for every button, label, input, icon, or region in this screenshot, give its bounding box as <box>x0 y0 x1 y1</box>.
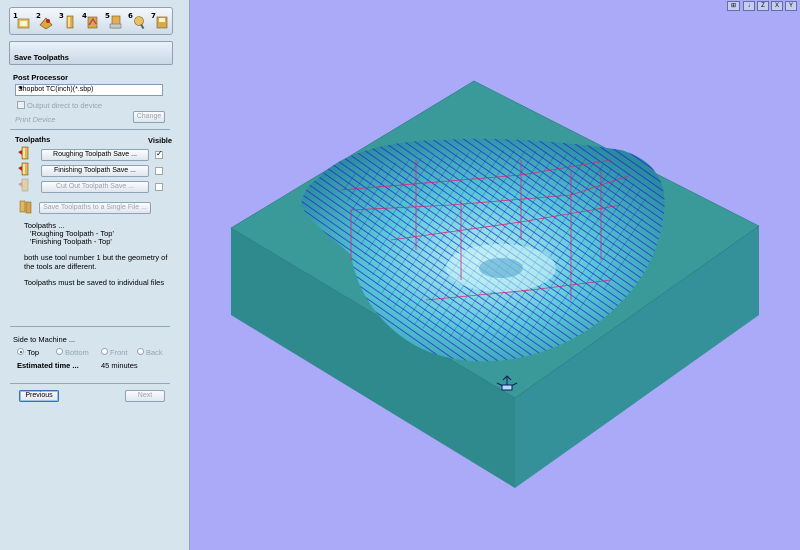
side-heading: Side to Machine ... <box>13 335 76 344</box>
note-line: both use tool number 1 but the geometry … <box>24 253 168 262</box>
estimated-time-value: 45 minutes <box>101 361 138 370</box>
divider <box>10 129 170 130</box>
3d-viewport[interactable]: ⊞ ↓ Z X Y <box>191 0 800 550</box>
dropdown-arrow-icon[interactable]: ▼ <box>18 86 160 92</box>
step-1-button[interactable]: 1 <box>13 12 31 30</box>
note-line: Toolpaths must be saved to individual fi… <box>24 278 165 287</box>
divider <box>10 383 170 384</box>
model-render <box>230 80 760 488</box>
side-bottom-label: Bottom <box>65 348 89 357</box>
print-device-label: Print Device <box>15 115 56 124</box>
finishing-toolpath-icon <box>18 162 29 176</box>
side-top-label: Top <box>27 348 40 357</box>
estimated-time-label: Estimated time ... <box>17 361 79 370</box>
divider <box>10 326 170 327</box>
step-number: 6 <box>128 12 133 20</box>
roughing-toolpath-save-button[interactable]: Roughing Toolpath Save ... <box>41 149 149 161</box>
step-toolbar: 1 2 3 4 5 6 7 <box>9 7 173 35</box>
cutout-toolpath-save-button[interactable]: Cut Out Toolpath Save ... <box>41 181 149 193</box>
left-panel: 1 2 3 4 5 6 7 Save Toolpaths Post Proces… <box>0 0 190 550</box>
pocket-center <box>479 258 523 278</box>
side-back-label: Back <box>146 348 163 357</box>
side-back-radio[interactable] <box>137 348 144 355</box>
next-button[interactable]: Next <box>125 390 165 402</box>
step-number: 2 <box>36 12 41 20</box>
side-bottom-radio[interactable] <box>56 348 63 355</box>
finishing-visible-checkbox[interactable] <box>155 167 163 175</box>
cutout-toolpath-icon <box>18 178 29 192</box>
step-number: 1 <box>13 12 18 20</box>
step-number: 4 <box>82 12 87 20</box>
step-number: 7 <box>151 12 156 20</box>
note-line: 'Finishing Toolpath - Top' <box>30 237 112 246</box>
step-3-button[interactable]: 3 <box>59 12 77 30</box>
multi-toolpath-icon <box>19 200 32 214</box>
post-processor-select[interactable]: Shopbot TC(inch)(*.sbp) ▼ <box>15 84 163 96</box>
side-front-radio[interactable] <box>101 348 108 355</box>
step-5-button[interactable]: 5 <box>105 12 123 30</box>
finishing-toolpath-save-button[interactable]: Finishing Toolpath Save ... <box>41 165 149 177</box>
side-front-label: Front <box>110 348 128 357</box>
previous-button[interactable]: Previous <box>19 390 59 402</box>
save-single-file-button[interactable]: Save Toolpaths to a Single File ... <box>39 202 151 214</box>
panel-title-bar: Save Toolpaths <box>9 41 173 65</box>
step-4-button[interactable]: 4 <box>82 12 100 30</box>
output-direct-checkbox[interactable] <box>17 101 25 109</box>
visible-heading: Visible <box>148 136 173 145</box>
roughing-toolpath-icon <box>18 146 29 160</box>
panel-title: Save Toolpaths <box>14 53 69 62</box>
step-7-button[interactable]: 7 <box>151 12 169 30</box>
post-processor-heading: Post Processor <box>13 73 69 82</box>
side-top-radio[interactable] <box>17 348 24 355</box>
step-2-button[interactable]: 2 <box>36 12 54 30</box>
step-number: 3 <box>59 12 64 20</box>
step-number: 5 <box>105 12 110 20</box>
output-direct-label: Output direct to device <box>27 101 103 110</box>
cutout-visible-checkbox[interactable] <box>155 183 163 191</box>
roughing-visible-checkbox[interactable] <box>155 149 163 159</box>
note-line: the tools are different. <box>24 262 97 271</box>
step-6-button[interactable]: 6 <box>128 12 146 30</box>
change-button[interactable]: Change <box>133 111 165 123</box>
toolpaths-heading: Toolpaths <box>15 135 51 144</box>
